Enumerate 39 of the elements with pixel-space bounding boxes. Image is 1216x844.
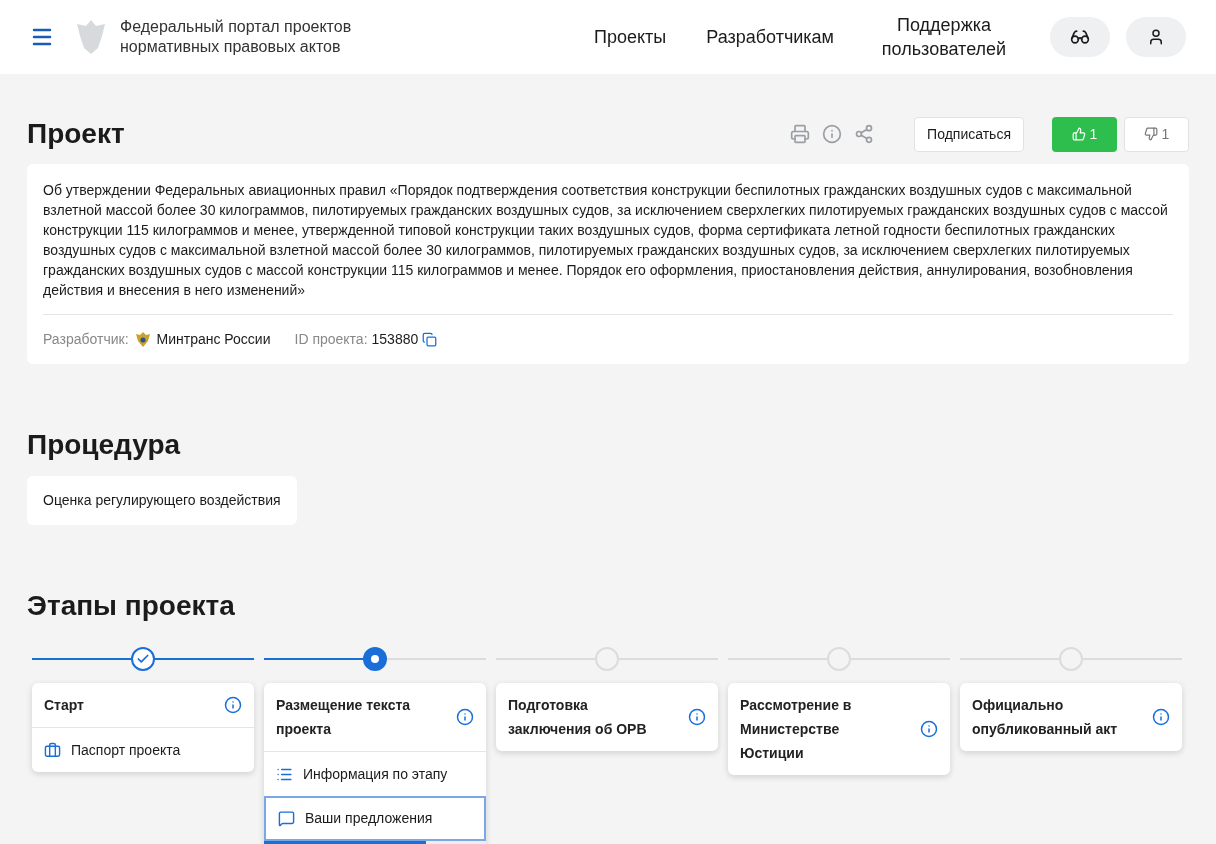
page-heading: Проект: [27, 117, 125, 151]
nav-link[interactable]: Разработчикам: [706, 25, 834, 49]
section-heading: Процедура: [27, 428, 182, 462]
stage-link[interactable]: Информация по этапу: [264, 751, 486, 796]
nav-link[interactable]: Проекты: [594, 25, 667, 49]
emblem-icon: [134, 331, 151, 348]
thumbs-down-icon: [1143, 127, 1158, 141]
stage-title: Старт: [44, 696, 85, 715]
user-icon: [1147, 28, 1165, 46]
stage-title: Рассмотрение в Министерстве Юстиции: [740, 696, 853, 763]
site-title[interactable]: Федеральный портал проектов нормативных правовых актов: [120, 17, 370, 57]
dislike-button[interactable]: 1: [1124, 116, 1189, 152]
stage-title: Размещение текста проекта: [276, 696, 412, 739]
info-icon[interactable]: [1152, 708, 1170, 726]
thumbs-up-icon: [1071, 127, 1086, 141]
stage-title: Подготовка заключения об ОРВ: [508, 696, 648, 739]
accessibility-button[interactable]: [1050, 17, 1110, 57]
glasses-icon: [1070, 27, 1090, 47]
stage-link[interactable]: Ваши предложения: [264, 796, 486, 841]
section-heading: Этапы проекта: [27, 589, 236, 623]
developer-label: Разработчик:: [43, 330, 129, 349]
info-icon[interactable]: [224, 696, 242, 714]
briefcase-icon: [44, 741, 61, 759]
developer-name[interactable]: Минтранс России: [156, 329, 271, 350]
project-description: Об утверждении Федеральных авиационных правил «Порядок подтверждения соответствия конструкции беспилотных гражданских воздушных судов с максимальной взлетной массой более 30 килограммов, пилотируемых гражданских воздушных судов, за исключением сверхлегких пилотируемых гражданских воздушных судов с массой конструкции 115 килограммов и менее, утвержденной типовой конструкции таких воздушных судов, форма сертификата летной годности беспилотных гражданских воздушных судов с максимальной взлетной массой более 30 килограммов, пилотируемых гражданских воздушных судов, за исключением сверхлегких пилотируемых гражданских воздушных судов с массой конструкции 115 килограммов и менее. Порядок его оформления, приостановления действия, аннулирования, возобновления действия и внесения в него изменений»: [43, 181, 1169, 300]
procedure-card: Оценка регулирующего воздействия: [27, 476, 297, 525]
profile-button[interactable]: [1126, 17, 1186, 57]
nav-link[interactable]: Поддержка пользователей: [874, 13, 1014, 61]
copy-icon[interactable]: [422, 332, 438, 347]
message-icon: [278, 810, 295, 827]
subscribe-button[interactable]: Подписаться: [914, 116, 1024, 152]
stage-link[interactable]: Паспорт проекта: [32, 727, 254, 772]
emblem-icon: [74, 18, 108, 56]
stage-title: Официально опубликованный акт: [972, 696, 1119, 739]
info-icon[interactable]: [920, 720, 938, 738]
info-icon[interactable]: [456, 708, 474, 726]
project-id: 153880: [371, 330, 419, 349]
info-icon[interactable]: [688, 708, 706, 726]
id-label: ID проекта:: [294, 330, 368, 349]
